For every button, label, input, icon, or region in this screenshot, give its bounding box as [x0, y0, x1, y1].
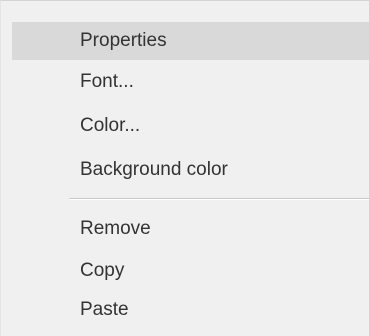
menu-item-label: Background color [80, 159, 228, 180]
menu-item-font[interactable]: Font... [12, 63, 369, 101]
menu-item-copy[interactable]: Copy [12, 252, 369, 290]
menu-item-label: Color... [80, 115, 141, 136]
menu-item-label: Properties [80, 30, 167, 51]
context-menu: Properties Font... Color... Background c… [0, 0, 369, 336]
menu-item-background-color[interactable]: Background color [12, 151, 369, 189]
menu-item-label: Copy [80, 260, 125, 281]
menu-separator [69, 198, 369, 200]
menu-item-label: Font... [80, 71, 134, 92]
menu-item-label: Remove [80, 218, 151, 239]
menu-item-remove[interactable]: Remove [12, 210, 369, 248]
menu-item-properties[interactable]: Properties [12, 22, 369, 60]
menu-item-color[interactable]: Color... [12, 107, 369, 145]
menu-item-label: Paste [80, 299, 129, 320]
menu-item-paste[interactable]: Paste [12, 291, 369, 329]
